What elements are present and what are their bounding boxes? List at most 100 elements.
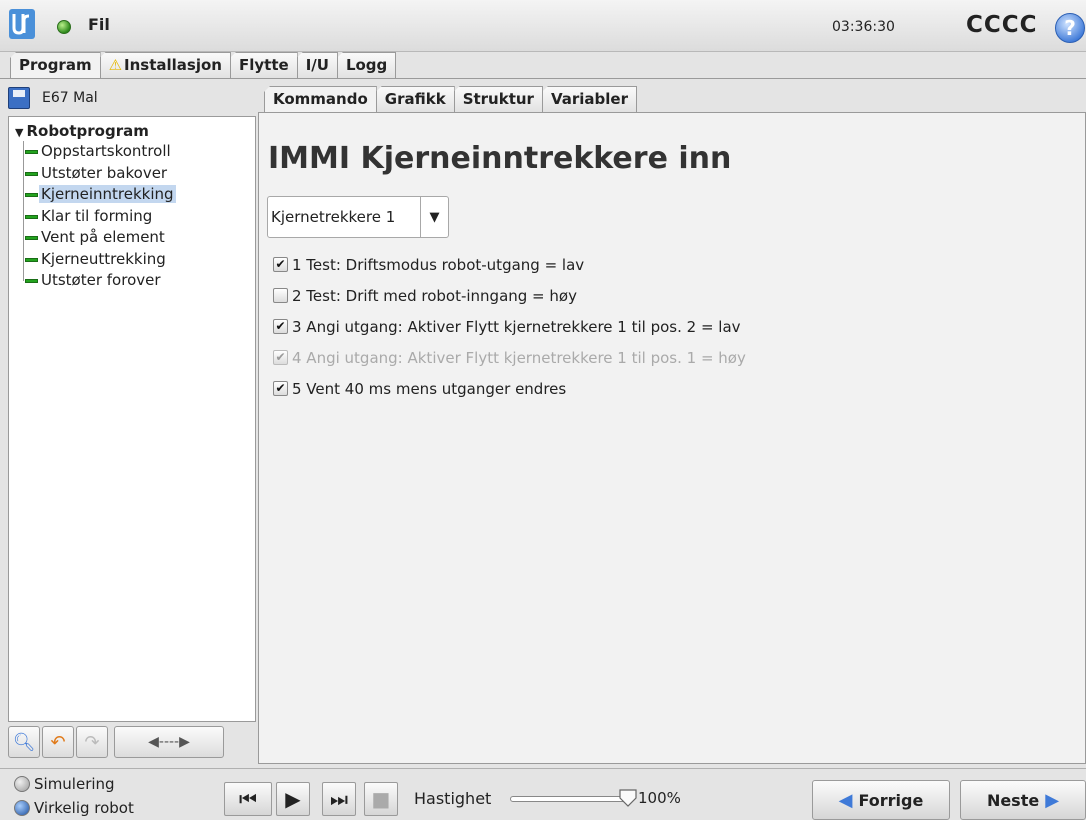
tab-grafikk[interactable]: Grafikk	[375, 86, 455, 112]
radio-selected-icon[interactable]	[14, 800, 30, 816]
tab-installasjon-label: Installasjon	[124, 56, 222, 74]
stop-icon[interactable]: ■	[364, 782, 398, 816]
chevron-down-icon[interactable]: ▼	[420, 197, 448, 237]
checkbox-checked-disabled: ✔	[273, 350, 288, 365]
node-icon	[25, 150, 38, 154]
checklist-item-label: 2 Test: Drift med robot-inngang = høy	[292, 286, 577, 305]
save-icon[interactable]	[8, 87, 30, 109]
tab-grafikk-label: Grafikk	[384, 90, 446, 108]
tree-item[interactable]: Kjerneuttrekking	[15, 248, 255, 271]
tab-installasjon[interactable]: ⚠ Installasjon	[99, 52, 231, 78]
ur-logo-icon	[9, 9, 35, 39]
tab-logg[interactable]: Logg	[336, 52, 397, 78]
checklist-item-label: 1 Test: Driftsmodus robot-utgang = lav	[292, 255, 585, 274]
checklist-item[interactable]: 2 Test: Drift med robot-inngang = høy	[273, 280, 746, 311]
tab-iu[interactable]: I/U	[296, 52, 338, 78]
speed-label: Hastighet	[414, 789, 492, 808]
tree-item-label: Kjerneinntrekking	[39, 185, 176, 203]
main-tabs: Program ⚠ Installasjon Flytte I/U Logg	[10, 52, 397, 79]
clock: 03:36:30	[832, 19, 895, 35]
speed-slider-thumb[interactable]	[618, 788, 638, 808]
tree-toolbar: 🔍︎ ↶ ↷ ◀----▶	[8, 726, 256, 760]
status-indicator-icon	[57, 20, 71, 34]
radio-icon[interactable]	[14, 776, 30, 792]
checklist-item[interactable]: ✔ 5 Vent 40 ms mens utganger endres	[273, 373, 746, 404]
play-icon[interactable]: ▶	[276, 782, 310, 816]
tree-item[interactable]: Utstøter bakover	[15, 162, 255, 185]
tab-struktur-label: Struktur	[462, 90, 534, 108]
redo-icon[interactable]: ↷	[76, 726, 108, 758]
checklist-item[interactable]: ✔ 3 Angi utgang: Aktiver Flytt kjernetrek…	[273, 311, 746, 342]
tree-item-selected[interactable]: Kjerneinntrekking	[15, 184, 255, 206]
robot-name: CCCC	[966, 12, 1038, 38]
help-icon[interactable]: ?	[1055, 13, 1085, 43]
tree-item-label: Kjerneuttrekking	[41, 249, 166, 268]
mode-simulation-radio[interactable]: Simulering	[14, 775, 115, 793]
file-menu[interactable]: Fil	[88, 15, 110, 34]
checkbox-checked[interactable]: ✔	[273, 257, 288, 272]
tree-item-label: Utstøter bakover	[41, 163, 168, 182]
tab-kommando[interactable]: Kommando	[264, 86, 377, 113]
tab-struktur[interactable]: Struktur	[453, 86, 543, 112]
previous-button-label: Forrige	[858, 790, 924, 810]
warning-icon: ⚠	[108, 56, 123, 74]
next-button[interactable]: Neste ▶	[960, 780, 1086, 820]
step-checklist: ✔ 1 Test: Driftsmodus robot-utgang = lav …	[273, 249, 746, 404]
step-icon[interactable]: ⏭	[322, 782, 356, 816]
previous-button[interactable]: ◀ Forrige	[812, 780, 950, 820]
tab-variabler-label: Variabler	[550, 90, 628, 108]
tree-item-label: Oppstartskontroll	[41, 142, 171, 160]
checklist-item-disabled: ✔ 4 Angi utgang: Aktiver Flytt kjernetrek…	[273, 342, 746, 373]
checklist-item[interactable]: ✔ 1 Test: Driftsmodus robot-utgang = lav	[273, 249, 746, 280]
node-icon	[25, 257, 38, 262]
tab-kommando-label: Kommando	[273, 90, 368, 108]
checklist-item-label: 4 Angi utgang: Aktiver Flytt kjernetrekk…	[292, 348, 746, 367]
checkbox-unchecked[interactable]	[273, 288, 288, 303]
mode-real-robot-radio[interactable]: Virkelig robot	[14, 799, 134, 817]
tab-divider	[0, 78, 1086, 79]
tree-item[interactable]: Vent på element	[15, 227, 255, 249]
tree-item[interactable]: Klar til forming	[15, 205, 255, 228]
command-content: IMMI Kjerneinntrekkere inn Kjernetrekker…	[258, 112, 1086, 764]
mode-real-robot-label: Virkelig robot	[34, 799, 134, 817]
checklist-item-label: 3 Angi utgang: Aktiver Flytt kjernetrekk…	[292, 317, 741, 336]
mode-simulation-label: Simulering	[34, 775, 115, 793]
program-header: E67 Mal	[8, 84, 256, 114]
checklist-item-label: 5 Vent 40 ms mens utganger endres	[292, 379, 567, 398]
core-puller-select-value: Kjernetrekkere 1	[271, 208, 396, 226]
core-puller-select[interactable]: Kjernetrekkere 1 ▼	[267, 196, 449, 238]
tree-item-label: Utstøter forover	[41, 271, 161, 289]
speed-slider[interactable]	[510, 796, 630, 802]
speed-value: 100%	[638, 789, 681, 807]
tab-program[interactable]: Program	[10, 52, 101, 79]
sub-tabs: Kommando Grafikk Struktur Variabler	[264, 86, 637, 113]
next-button-label: Neste	[986, 790, 1040, 810]
checkbox-checked[interactable]: ✔	[273, 319, 288, 334]
tree-item[interactable]: Oppstartskontroll	[15, 141, 255, 163]
move-arrows-button[interactable]: ◀----▶	[114, 726, 224, 758]
tree-item-label: Klar til forming	[41, 206, 153, 225]
program-name: E67 Mal	[42, 90, 98, 106]
program-tree: ▼ Robotprogram Oppstartskontroll Utstøter…	[8, 116, 256, 722]
undo-icon[interactable]: ↶	[42, 726, 74, 758]
tree-root[interactable]: ▼ Robotprogram	[15, 121, 255, 141]
arrow-right-icon: ▶	[1045, 789, 1060, 811]
program-tree-panel: E67 Mal ▼ Robotprogram Oppstartskontroll …	[8, 84, 256, 764]
tab-flytte[interactable]: Flytte	[230, 52, 298, 78]
checkbox-checked[interactable]: ✔	[273, 381, 288, 396]
tab-program-label: Program	[19, 56, 92, 74]
top-bar: Fil 03:36:30 CCCC ?	[0, 0, 1086, 52]
node-icon	[25, 214, 38, 219]
command-panel: Kommando Grafikk Struktur Variabler IMMI…	[258, 84, 1086, 764]
bottom-bar: Simulering Virkelig robot ⏮ ▶ ⏭ ■ Hastig…	[0, 768, 1086, 820]
arrow-left-icon: ◀	[838, 789, 853, 811]
node-icon	[25, 171, 38, 176]
tab-variabler[interactable]: Variabler	[541, 86, 637, 112]
tree-item[interactable]: Utstøter forover	[15, 270, 255, 292]
search-icon[interactable]: 🔍︎	[8, 726, 40, 758]
expand-triangle-icon[interactable]: ▼	[15, 126, 23, 139]
tab-logg-label: Logg	[345, 56, 388, 74]
skip-to-start-icon[interactable]: ⏮	[224, 782, 272, 816]
tree-item-label: Vent på element	[41, 228, 165, 246]
tab-iu-label: I/U	[305, 56, 329, 74]
